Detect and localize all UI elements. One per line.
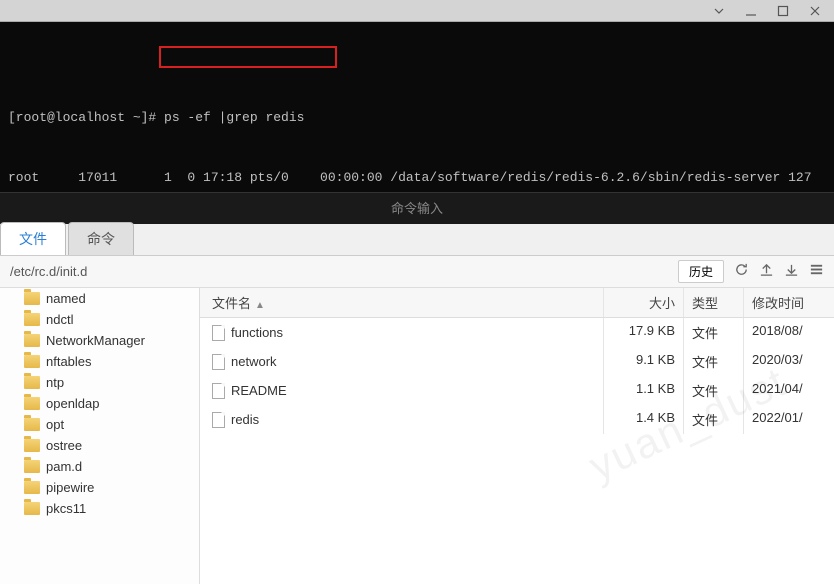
- folder-icon: [24, 418, 40, 431]
- folder-icon: [24, 334, 40, 347]
- history-button[interactable]: 历史: [678, 260, 724, 283]
- sort-asc-icon: ▲: [255, 300, 265, 311]
- tree-item[interactable]: ndctl: [0, 309, 199, 330]
- file-list: 文件名▲ 大小 类型 修改时间 functions 17.9 KB 文件 201…: [200, 288, 834, 584]
- command-input-placeholder: 命令输入: [391, 201, 443, 216]
- terminal-output[interactable]: [root@localhost ~]# ps -ef |grep redis r…: [0, 22, 834, 192]
- window-controls: [0, 0, 834, 22]
- file-area: named ndctl NetworkManager nftables ntp …: [0, 288, 834, 584]
- tree-item[interactable]: openldap: [0, 393, 199, 414]
- list-item[interactable]: functions 17.9 KB 文件 2018/08/: [200, 318, 834, 347]
- column-name[interactable]: 文件名▲: [200, 288, 604, 317]
- highlight-annotation: [159, 46, 337, 68]
- folder-icon: [24, 397, 40, 410]
- file-icon: [212, 412, 225, 428]
- tabs-bar: 文件 命令: [0, 224, 834, 256]
- folder-icon: [24, 292, 40, 305]
- close-icon[interactable]: [808, 4, 822, 18]
- folder-icon: [24, 502, 40, 515]
- column-date[interactable]: 修改时间: [744, 288, 834, 317]
- folder-icon: [24, 481, 40, 494]
- tree-item[interactable]: NetworkManager: [0, 330, 199, 351]
- terminal-line: root 17011 1 0 17:18 pts/0 00:00:00 /dat…: [8, 168, 826, 188]
- folder-tree[interactable]: named ndctl NetworkManager nftables ntp …: [0, 288, 200, 584]
- file-icon: [212, 325, 225, 341]
- tab-command[interactable]: 命令: [68, 222, 134, 255]
- tree-item[interactable]: ntp: [0, 372, 199, 393]
- minimize-icon[interactable]: [744, 4, 758, 18]
- path-actions: 历史: [678, 260, 824, 283]
- tree-item[interactable]: opt: [0, 414, 199, 435]
- chevron-down-icon[interactable]: [712, 4, 726, 18]
- column-type[interactable]: 类型: [684, 288, 744, 317]
- list-header: 文件名▲ 大小 类型 修改时间: [200, 288, 834, 318]
- file-icon: [212, 354, 225, 370]
- refresh-icon[interactable]: [734, 262, 749, 281]
- download-icon[interactable]: [784, 262, 799, 281]
- path-bar: /etc/rc.d/init.d 历史: [0, 256, 834, 288]
- list-item[interactable]: network 9.1 KB 文件 2020/03/: [200, 347, 834, 376]
- current-path: /etc/rc.d/init.d: [10, 264, 87, 279]
- tree-item[interactable]: ostree: [0, 435, 199, 456]
- list-item[interactable]: README 1.1 KB 文件 2021/04/: [200, 376, 834, 405]
- column-size[interactable]: 大小: [604, 288, 684, 317]
- folder-icon: [24, 460, 40, 473]
- folder-icon: [24, 376, 40, 389]
- tree-item[interactable]: pipewire: [0, 477, 199, 498]
- list-item[interactable]: redis 1.4 KB 文件 2022/01/: [200, 405, 834, 434]
- tab-file[interactable]: 文件: [0, 222, 66, 255]
- maximize-icon[interactable]: [776, 4, 790, 18]
- folder-icon: [24, 313, 40, 326]
- folder-icon: [24, 439, 40, 452]
- upload-icon[interactable]: [759, 262, 774, 281]
- tree-item[interactable]: nftables: [0, 351, 199, 372]
- tree-item[interactable]: pam.d: [0, 456, 199, 477]
- settings-icon[interactable]: [809, 262, 824, 281]
- command-input[interactable]: 命令输入: [0, 192, 834, 224]
- tree-item[interactable]: pkcs11: [0, 498, 199, 519]
- file-icon: [212, 383, 225, 399]
- terminal-line: [root@localhost ~]# ps -ef |grep redis: [8, 108, 826, 128]
- folder-icon: [24, 355, 40, 368]
- tree-item[interactable]: named: [0, 288, 199, 309]
